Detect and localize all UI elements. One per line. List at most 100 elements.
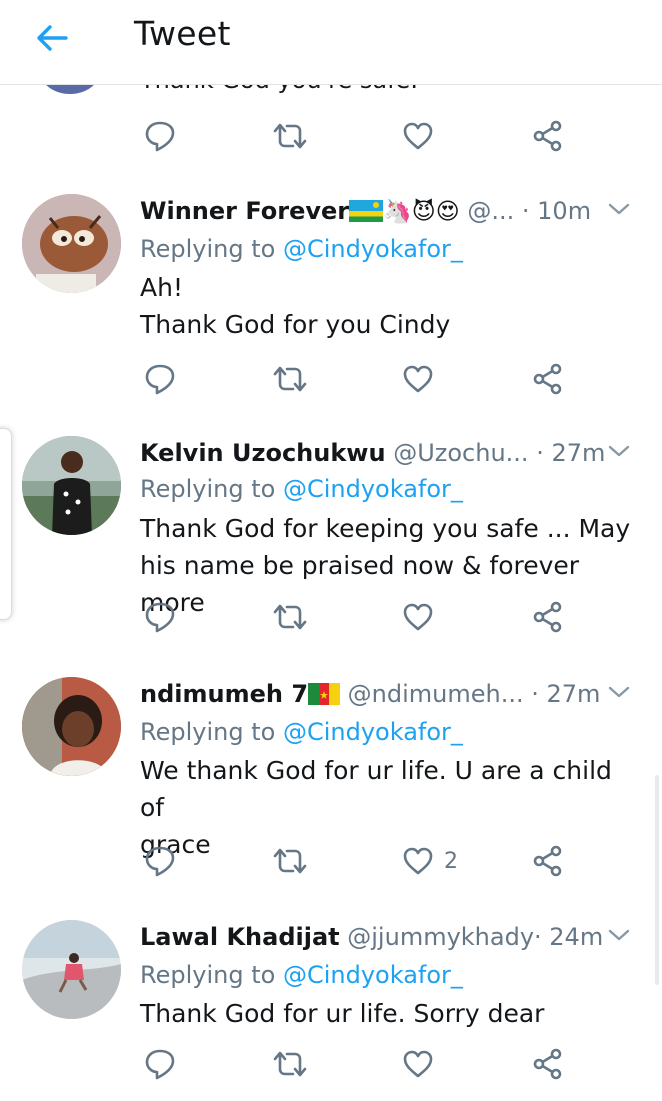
retweet-icon	[273, 123, 307, 149]
tweet-header: Kelvin Uzochukwu @Uzochu... · 27m	[140, 436, 632, 470]
share-icon	[533, 845, 562, 877]
replying-to-label: Replying to	[140, 718, 276, 746]
replying-to: Replying to @Cindyokafor_	[140, 232, 463, 266]
avatar[interactable]	[22, 194, 121, 293]
avatar	[40, 84, 100, 94]
display-name[interactable]: Winner Forever	[140, 197, 349, 225]
tweet-actions	[140, 597, 580, 637]
reply-icon	[145, 1049, 175, 1080]
replying-to-label: Replying to	[140, 961, 276, 989]
reply-icon	[145, 846, 175, 877]
like-button[interactable]	[402, 1044, 444, 1084]
back-button[interactable]	[30, 18, 74, 58]
avatar[interactable]	[22, 436, 121, 535]
share-icon	[533, 363, 562, 395]
mention-link[interactable]: @Cindyokafor_	[283, 961, 463, 989]
user-handle: @Uzochu...	[393, 439, 529, 467]
like-icon	[403, 122, 433, 150]
tweet-text-line: Thank God for ur life. Sorry dear	[140, 999, 545, 1028]
share-button[interactable]	[532, 116, 564, 156]
share-button[interactable]	[532, 359, 564, 399]
display-name[interactable]: ndimumeh 7	[140, 680, 308, 708]
timestamp: · 10m	[521, 197, 592, 225]
retweet-button[interactable]	[272, 116, 308, 156]
share-button[interactable]	[532, 597, 564, 637]
share-button[interactable]	[532, 1044, 564, 1084]
tweet-actions	[140, 359, 580, 399]
avatar-image	[22, 677, 121, 776]
chevron-down-icon[interactable]	[606, 681, 632, 703]
edge-overlay-card[interactable]	[0, 428, 12, 620]
tweet[interactable]: Kelvin Uzochukwu @Uzochu... · 27m Replyi…	[0, 416, 662, 656]
reply-button[interactable]	[144, 1044, 176, 1084]
avatar[interactable]	[22, 677, 121, 776]
replying-to-label: Replying to	[140, 235, 276, 263]
rwanda-flag-icon	[349, 200, 384, 222]
back-arrow-icon	[37, 25, 68, 51]
chevron-down-icon[interactable]	[606, 924, 632, 946]
tweet-actions	[140, 1044, 580, 1084]
tweet[interactable]: Winner Forever 🦄😈😍 @... · 10m Replying to…	[0, 172, 662, 417]
scrollbar[interactable]	[655, 775, 659, 985]
replying-to-label: Replying to	[140, 475, 276, 503]
like-button[interactable]	[402, 597, 444, 637]
tweet-header: ndimumeh 7 @ndimumeh... · 27m	[140, 677, 632, 711]
tweet[interactable]: Lawal Khadijat @jjummykhady· 24m Replyin…	[0, 898, 662, 1101]
tweet[interactable]: ndimumeh 7 @ndimumeh... · 27m Replying t…	[0, 655, 662, 899]
mention-link[interactable]: @Cindyokafor_	[283, 718, 463, 746]
tweet-text-line: Thank God for you Cindy	[140, 310, 451, 339]
timestamp: · 27m	[536, 439, 606, 467]
like-button[interactable]	[402, 116, 434, 156]
like-icon	[403, 847, 433, 875]
tweet-actions	[140, 116, 580, 156]
cameroon-flag-icon	[308, 683, 341, 705]
user-handle: @...	[467, 197, 515, 225]
reply-icon	[145, 602, 175, 633]
display-name[interactable]: Kelvin Uzochukwu	[140, 439, 386, 467]
mention-link[interactable]: @Cindyokafor_	[283, 475, 463, 503]
name-emoji: 🦄😈😍	[383, 199, 460, 225]
app-header: Tweet	[0, 0, 662, 85]
share-icon	[533, 601, 562, 633]
share-icon	[533, 1048, 562, 1080]
reply-button[interactable]	[144, 116, 176, 156]
tweet-text-line: We thank God for ur life. U are a child …	[140, 756, 612, 822]
reply-button[interactable]	[144, 359, 176, 399]
share-icon	[533, 120, 562, 152]
retweet-button[interactable]	[272, 597, 308, 637]
timestamp: · 24m	[534, 923, 604, 951]
tweet-header: Lawal Khadijat @jjummykhady· 24m	[140, 920, 632, 954]
retweet-button[interactable]	[272, 1044, 308, 1084]
user-handle: @ndimumeh...	[347, 680, 524, 708]
retweet-button[interactable]	[272, 359, 308, 399]
tweet-text: Ah! Thank God for you Cindy	[140, 269, 632, 343]
retweet-icon	[273, 848, 307, 874]
retweet-icon	[273, 604, 307, 630]
like-icon	[403, 1050, 433, 1078]
retweet-icon	[273, 1051, 307, 1077]
replying-to: Replying to @Cindyokafor_	[140, 958, 463, 992]
chevron-down-icon[interactable]	[606, 198, 632, 220]
tweet-text-line: Thank God for keeping you safe ... May	[140, 514, 631, 543]
display-name[interactable]: Lawal Khadijat	[140, 923, 340, 951]
replying-to: Replying to @Cindyokafor_	[140, 715, 463, 749]
page-title: Tweet	[134, 14, 231, 53]
timestamp: · 27m	[531, 680, 601, 708]
chevron-down-icon[interactable]	[606, 440, 632, 462]
like-button[interactable]	[402, 359, 444, 399]
user-handle: @jjummykhady	[347, 923, 535, 951]
tweet-text: Thank God you're safe.	[140, 84, 418, 94]
mention-link[interactable]: @Cindyokafor_	[283, 235, 463, 263]
avatar[interactable]	[22, 920, 121, 1019]
like-button[interactable]: 2	[402, 841, 458, 881]
reply-button[interactable]	[144, 841, 176, 881]
replying-to: Replying to @Cindyokafor_	[140, 472, 463, 506]
share-button[interactable]	[532, 841, 564, 881]
retweet-icon	[273, 366, 307, 392]
reply-button[interactable]	[144, 597, 176, 637]
avatar-image	[22, 194, 121, 293]
tweet-text-line: Ah!	[140, 273, 183, 302]
avatar-image	[22, 436, 121, 535]
retweet-button[interactable]	[272, 841, 308, 881]
like-count: 2	[444, 848, 458, 874]
